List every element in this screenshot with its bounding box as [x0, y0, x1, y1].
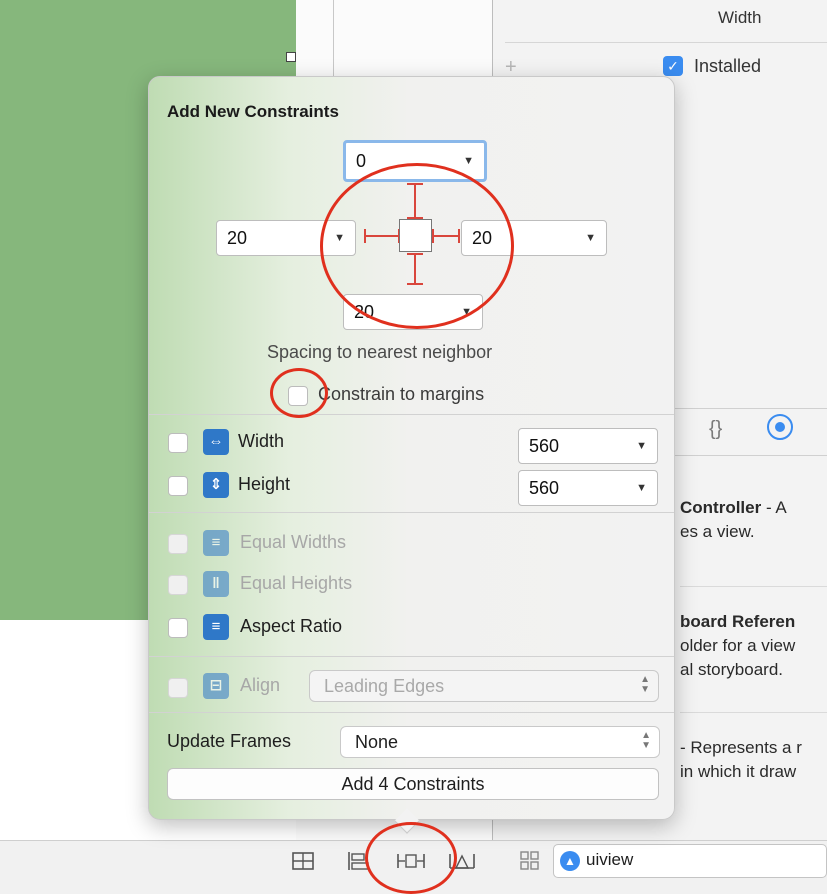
- library-item-desc: in which it draw: [680, 762, 797, 781]
- chevron-down-icon[interactable]: ▼: [636, 471, 647, 505]
- height-value: 560: [529, 478, 560, 498]
- object-library-icon[interactable]: [767, 414, 793, 440]
- library-item-title: Controller: [680, 498, 762, 517]
- equal-widths-icon: ≡: [203, 530, 229, 556]
- library-item-title: board Referen: [680, 612, 796, 631]
- spacing-caption: Spacing to nearest neighbor: [267, 342, 493, 362]
- library-item[interactable]: Controller - A es a view.: [680, 496, 787, 544]
- installed-label: Installed: [694, 56, 762, 76]
- equal-heights-checkbox[interactable]: [168, 575, 188, 595]
- installed-checkbox[interactable]: ✓: [663, 56, 683, 76]
- divider: [149, 414, 674, 415]
- grid-icon[interactable]: [519, 850, 541, 872]
- library-item[interactable]: - Represents a r in which it draw: [680, 736, 802, 784]
- align-edges-icon: ⊟: [203, 673, 229, 699]
- annotation-circle: [320, 163, 514, 329]
- update-frames-label: Update Frames: [167, 731, 292, 751]
- aspect-ratio-checkbox[interactable]: [168, 618, 188, 638]
- equal-heights-label: Equal Heights: [240, 573, 353, 593]
- library-item-desc: - Represents a r: [680, 738, 802, 757]
- filter-text[interactable]: uiview: [586, 850, 633, 870]
- library-item-desc: older for a view: [680, 636, 796, 655]
- aspect-ratio-icon: ≡: [203, 614, 229, 640]
- height-label: Height: [238, 474, 291, 494]
- equal-widths-label: Equal Widths: [240, 532, 347, 552]
- popover-title: Add New Constraints: [167, 102, 339, 121]
- code-snippet-icon[interactable]: {}: [709, 418, 722, 441]
- divider: [505, 42, 827, 43]
- resize-handle[interactable]: [286, 52, 296, 62]
- inspector-width-label: Width: [718, 8, 762, 27]
- library-item-desc: es a view.: [680, 522, 755, 541]
- width-field[interactable]: 560 ▼: [518, 428, 658, 464]
- height-checkbox[interactable]: [168, 476, 188, 496]
- align-edges-popup[interactable]: Leading Edges ▲ ▼: [309, 670, 659, 702]
- library-item[interactable]: board Referen older for a view al storyb…: [680, 610, 795, 682]
- equal-heights-icon: ‖: [203, 571, 229, 597]
- leading-spacing-value: 20: [227, 228, 248, 248]
- chevron-down-icon[interactable]: ▼: [636, 429, 647, 463]
- embed-in-stack-icon[interactable]: [291, 850, 315, 872]
- divider: [680, 586, 827, 587]
- update-frames-value: None: [355, 732, 399, 752]
- divider: [149, 512, 674, 513]
- divider: [680, 712, 827, 713]
- width-value: 560: [529, 436, 560, 456]
- equal-widths-checkbox[interactable]: [168, 534, 188, 554]
- align-checkbox[interactable]: [168, 678, 188, 698]
- filter-icon: ▲: [560, 851, 580, 871]
- divider: [149, 656, 674, 657]
- divider: [149, 712, 674, 713]
- aspect-ratio-label: Aspect Ratio: [240, 616, 343, 636]
- library-item-desc: al storyboard.: [680, 660, 783, 679]
- annotation-circle: [365, 822, 457, 894]
- chevron-down-icon[interactable]: ▼: [585, 221, 596, 255]
- top-spacing-value: 0: [356, 151, 367, 171]
- add-constraints-button[interactable]: Add 4 Constraints: [167, 768, 659, 800]
- align-label: Align: [240, 675, 281, 695]
- width-constraint-icon: ⇔: [203, 429, 229, 455]
- update-frames-popup[interactable]: None ▲ ▼: [340, 726, 660, 758]
- align-edges-value: Leading Edges: [324, 676, 445, 696]
- height-constraint-icon: ⇕: [203, 472, 229, 498]
- updown-chevron-icon: ▲ ▼: [641, 730, 651, 751]
- constrain-to-margins-label: Constrain to margins: [318, 384, 485, 404]
- width-checkbox[interactable]: [168, 433, 188, 453]
- library-item-desc: - A: [761, 498, 787, 517]
- width-label: Width: [238, 431, 285, 451]
- updown-chevron-icon: ▲ ▼: [640, 674, 650, 695]
- annotation-circle: [270, 368, 328, 418]
- height-field[interactable]: 560 ▼: [518, 470, 658, 506]
